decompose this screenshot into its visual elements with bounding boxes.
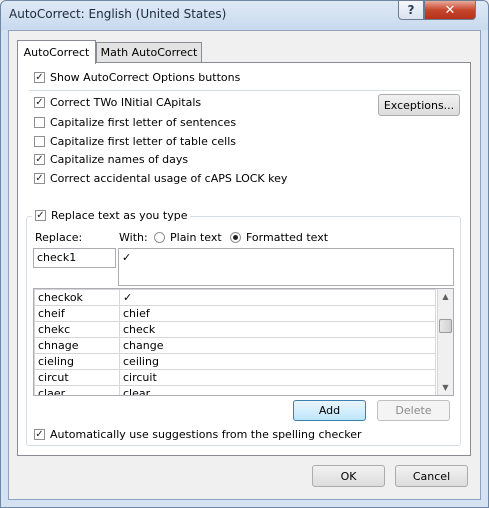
first-cell-label: Capitalize first letter of table cells (50, 135, 237, 148)
first-cell-row[interactable]: Capitalize first letter of table cells (34, 135, 236, 148)
tab-math-autocorrect[interactable]: Math AutoCorrect (96, 42, 202, 62)
ok-button[interactable]: OK (312, 465, 385, 487)
with-cell: clear (119, 385, 436, 395)
plain-text-option[interactable]: Plain text (154, 231, 222, 244)
two-initial-row[interactable]: ✓ Correct TWo INitial CApitals (34, 96, 201, 109)
table-row[interactable]: claer clear (34, 385, 436, 395)
entries-table: checkok ✓ cheif chief chekc check chnage… (34, 289, 436, 395)
tab-autocorrect[interactable]: AutoCorrect (17, 40, 96, 64)
delete-button[interactable]: Delete (377, 400, 450, 421)
formatted-text-label: Formatted text (246, 231, 329, 244)
exceptions-button[interactable]: Exceptions... (378, 94, 460, 116)
divider (29, 90, 461, 91)
help-button[interactable]: ? (398, 0, 424, 20)
replace-input[interactable]: check1 (33, 248, 116, 268)
replace-cell: chnage (34, 337, 120, 354)
replace-as-type-checkbox[interactable]: ✓ (35, 210, 46, 221)
show-options-label: Show AutoCorrect Options buttons (50, 71, 241, 84)
with-cell: circuit (119, 369, 436, 386)
spelling-suggestions-checkbox[interactable]: ✓ (34, 429, 45, 440)
replace-as-type-label: Replace text as you type (51, 209, 188, 222)
with-cell: check (119, 321, 436, 338)
plain-text-radio[interactable] (154, 232, 165, 243)
day-names-label: Capitalize names of days (50, 153, 189, 166)
first-sentence-checkbox[interactable] (34, 117, 45, 128)
show-options-checkbox[interactable]: ✓ (34, 72, 45, 83)
formatted-text-option[interactable]: Formatted text (230, 231, 328, 244)
spelling-suggestions-row[interactable]: ✓ Automatically use suggestions from the… (34, 428, 362, 441)
show-options-row[interactable]: ✓ Show AutoCorrect Options buttons (34, 71, 240, 84)
caps-lock-row[interactable]: ✓ Correct accidental usage of cAPS LOCK … (34, 172, 287, 185)
list-scrollbar[interactable]: ▲ ▼ (437, 289, 453, 395)
day-names-checkbox[interactable]: ✓ (34, 154, 45, 165)
first-sentence-label: Capitalize first letter of sentences (50, 116, 237, 129)
replace-cell: claer (34, 385, 120, 395)
with-cell: ceiling (119, 353, 436, 370)
spelling-suggestions-label: Automatically use suggestions from the s… (50, 428, 362, 441)
table-row[interactable]: cieling ceiling (34, 353, 436, 370)
radio-selected-dot (233, 235, 238, 240)
two-initial-label: Correct TWo INitial CApitals (50, 96, 202, 109)
table-row[interactable]: chnage change (34, 337, 436, 354)
formatted-text-radio[interactable] (230, 232, 241, 243)
with-label: With: (119, 231, 148, 244)
first-sentence-row[interactable]: Capitalize first letter of sentences (34, 116, 236, 129)
day-names-row[interactable]: ✓ Capitalize names of days (34, 153, 188, 166)
add-button[interactable]: Add (293, 400, 366, 421)
with-input[interactable]: ✓ (118, 248, 454, 286)
caps-lock-label: Correct accidental usage of cAPS LOCK ke… (50, 172, 288, 185)
cancel-button[interactable]: Cancel (395, 465, 468, 487)
replace-cell: cieling (34, 353, 120, 370)
replace-cell: chekc (34, 321, 120, 338)
table-row[interactable]: cheif chief (34, 305, 436, 322)
replace-cell: cheif (34, 305, 120, 322)
scroll-thumb[interactable] (439, 319, 452, 333)
scroll-up-icon[interactable]: ▲ (438, 289, 453, 304)
with-cell: change (119, 337, 436, 354)
with-cell: ✓ (119, 289, 436, 306)
table-row[interactable]: checkok ✓ (34, 289, 436, 306)
replace-as-type-row[interactable]: ✓ Replace text as you type (32, 209, 191, 222)
with-cell: chief (119, 305, 436, 322)
two-initial-checkbox[interactable]: ✓ (34, 97, 45, 108)
table-row[interactable]: circut circuit (34, 369, 436, 386)
scroll-down-icon[interactable]: ▼ (438, 380, 453, 395)
close-button[interactable]: ✕ (424, 0, 476, 20)
first-cell-checkbox[interactable] (34, 136, 45, 147)
replace-label: Replace: (35, 231, 83, 244)
replace-cell: circut (34, 369, 120, 386)
table-row[interactable]: chekc check (34, 321, 436, 338)
window-title: AutoCorrect: English (United States) (9, 7, 227, 21)
plain-text-label: Plain text (170, 231, 222, 244)
replace-cell: checkok (34, 289, 120, 306)
autocorrect-list[interactable]: checkok ✓ cheif chief chekc check chnage… (33, 288, 454, 396)
caps-lock-checkbox[interactable]: ✓ (34, 173, 45, 184)
